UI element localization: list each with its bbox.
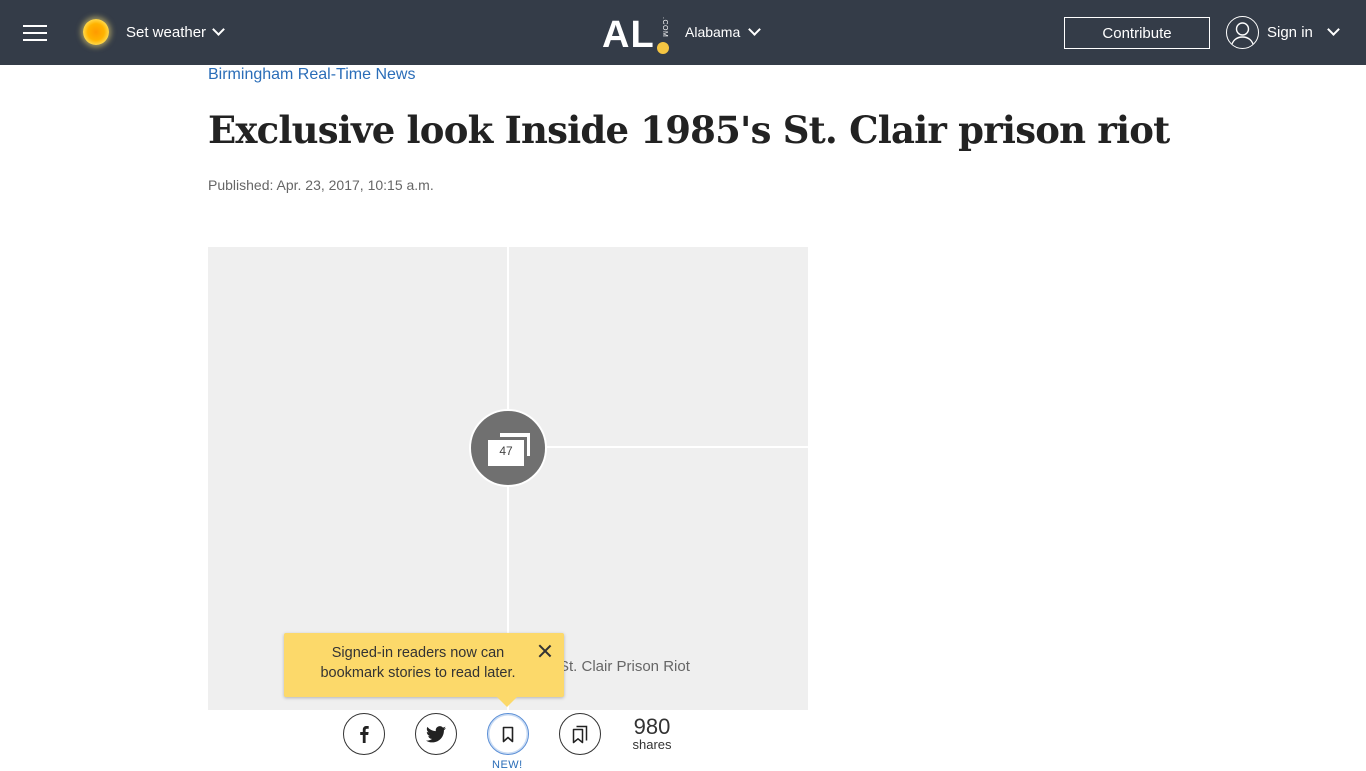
- hamburger-menu-icon[interactable]: [23, 25, 47, 41]
- new-badge: NEW!: [492, 759, 523, 771]
- contribute-button[interactable]: Contribute: [1064, 17, 1210, 49]
- close-icon[interactable]: [538, 644, 552, 658]
- share-count-label: shares: [632, 737, 672, 752]
- chevron-down-icon: [1327, 22, 1340, 36]
- gallery-count-badge[interactable]: 47: [469, 409, 547, 487]
- logo-text: AL: [602, 14, 655, 56]
- sign-in-label: Sign in: [1267, 23, 1313, 41]
- bookmark-tooltip: Signed-in readers now can bookmark stori…: [284, 633, 564, 707]
- weather-label: Set weather: [126, 23, 207, 41]
- logo-suffix: .COM: [656, 14, 670, 54]
- al-com-logo[interactable]: AL .COM: [602, 14, 670, 54]
- user-avatar-icon: [1226, 15, 1259, 49]
- sun-icon: [83, 19, 109, 45]
- bookmarks-stack-icon: [572, 725, 588, 743]
- top-navigation-bar: Set weather AL .COM Alabama Contribute S…: [0, 0, 1366, 65]
- facebook-share-button[interactable]: [343, 713, 385, 755]
- gallery-divider: [509, 446, 808, 448]
- gallery-caption: St. Clair Prison Riot: [559, 658, 690, 675]
- article-headline: Exclusive look Inside 1985's St. Clair p…: [208, 108, 1170, 152]
- section-link[interactable]: Birmingham Real-Time News: [208, 66, 415, 84]
- chevron-down-icon: [212, 22, 225, 36]
- bookmark-button[interactable]: [487, 713, 529, 755]
- chevron-down-icon: [748, 22, 762, 36]
- menu-line: [23, 25, 47, 27]
- menu-line: [23, 32, 47, 34]
- twitter-icon: [426, 725, 446, 742]
- sign-in-button[interactable]: Sign in: [1226, 15, 1340, 49]
- twitter-share-button[interactable]: [415, 713, 457, 755]
- share-count: 980 shares: [630, 716, 674, 752]
- menu-line: [23, 39, 47, 41]
- tooltip-text: Signed-in readers now can bookmark stori…: [320, 645, 516, 681]
- saved-stories-button[interactable]: [559, 713, 601, 755]
- bookmark-icon: [502, 726, 514, 742]
- facebook-icon: [360, 726, 369, 743]
- region-selector[interactable]: Alabama: [685, 22, 762, 40]
- share-count-value: 980: [633, 714, 671, 739]
- photo-count: 47: [499, 444, 513, 458]
- logo-dot: [656, 42, 669, 54]
- logo-com-text: .COM: [660, 17, 668, 38]
- published-date: Published: Apr. 23, 2017, 10:15 a.m.: [208, 177, 434, 193]
- set-weather-button[interactable]: Set weather: [83, 17, 225, 47]
- region-label: Alabama: [685, 24, 741, 40]
